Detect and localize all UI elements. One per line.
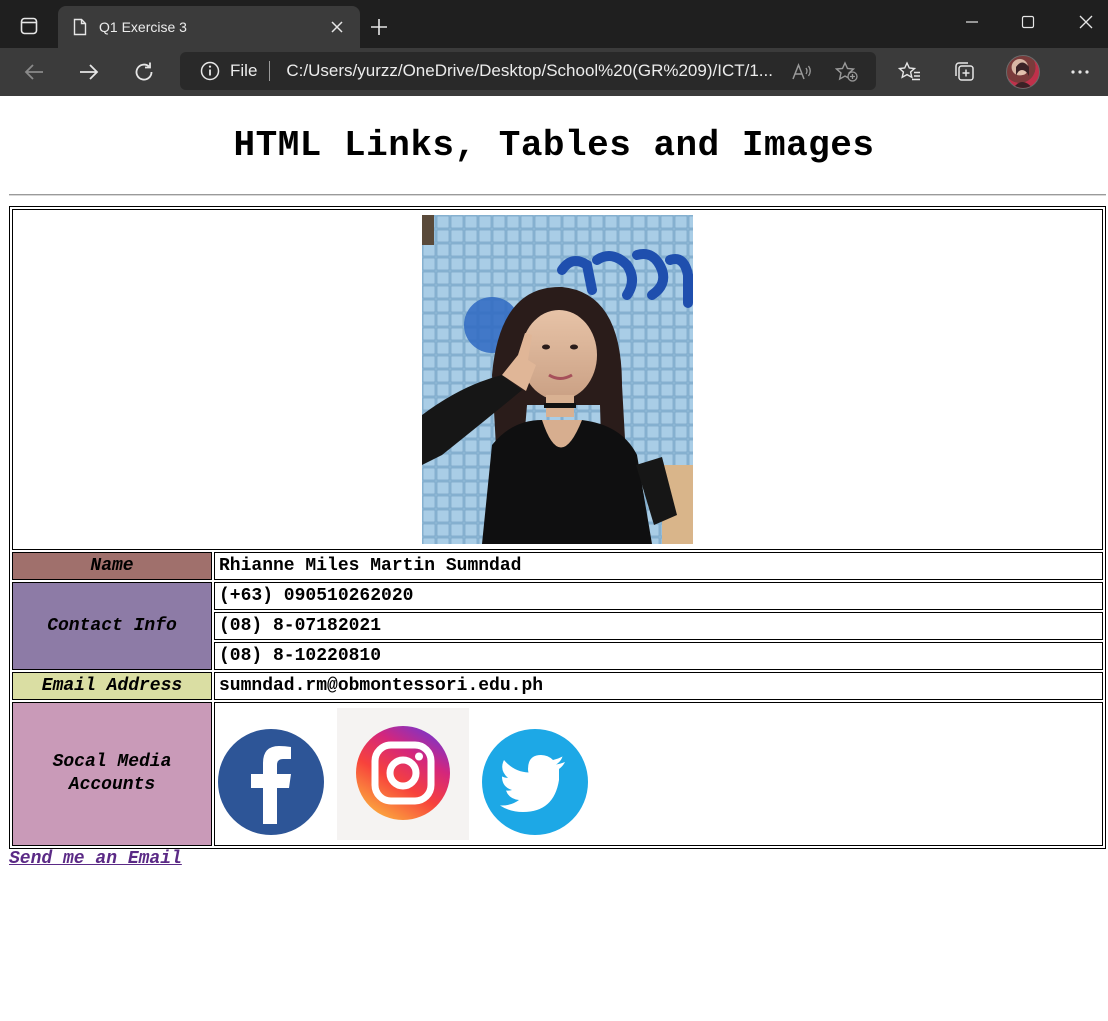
table-row-contact-1: Contact Info (+63) 090510262020	[12, 582, 1103, 670]
profile-photo-image	[422, 215, 693, 544]
address-separator	[269, 61, 271, 81]
table-row-name: Name Rhianne Miles Martin Sumndad	[12, 552, 1103, 580]
send-email-link[interactable]: Send me an Email	[9, 849, 182, 869]
facebook-icon[interactable]	[217, 728, 325, 836]
social-media-icons-cell	[214, 702, 1103, 846]
browser-tab-bar: Q1 Exercise 3	[0, 0, 1108, 48]
photo-cell	[12, 209, 1103, 550]
add-favorite-button[interactable]	[835, 60, 859, 84]
tab-title: Q1 Exercise 3	[99, 19, 187, 35]
browser-toolbar: File C:/Users/yurzz/OneDrive/Desktop/Sch…	[0, 48, 1108, 96]
new-tab-button[interactable]	[366, 14, 392, 40]
page-heading: HTML Links, Tables and Images	[233, 125, 875, 166]
collections-button[interactable]	[949, 56, 981, 88]
settings-more-button[interactable]	[1064, 56, 1096, 88]
social-media-label-text: Socal Media Accounts	[52, 752, 172, 795]
close-window-icon	[1079, 15, 1093, 29]
social-icons-row	[215, 704, 1102, 844]
read-aloud-button[interactable]	[790, 60, 814, 84]
close-tab-button[interactable]	[328, 18, 346, 36]
address-url[interactable]: C:/Users/yurzz/OneDrive/Desktop/School%2…	[286, 61, 778, 81]
contact-number-2: (08) 8-07182021	[214, 612, 1103, 640]
minimize-icon	[966, 21, 978, 23]
contact-number-1: (+63) 090510262020	[214, 582, 1103, 610]
maximize-button[interactable]	[1008, 8, 1048, 36]
tab-actions-button[interactable]	[10, 11, 48, 41]
document-icon	[73, 18, 87, 36]
table-row-email: Email Address sumndad.rm@obmontessori.ed…	[12, 672, 1103, 700]
info-icon[interactable]	[200, 61, 220, 81]
plus-icon	[371, 19, 387, 35]
close-window-button[interactable]	[1066, 8, 1106, 36]
profile-avatar[interactable]	[1006, 55, 1040, 89]
forward-button[interactable]	[73, 56, 105, 88]
arrow-right-icon	[80, 64, 99, 80]
refresh-icon	[135, 62, 153, 81]
minimize-button[interactable]	[952, 8, 992, 36]
avatar-icon	[1013, 62, 1033, 88]
favorites-icon	[898, 61, 920, 81]
email-address-label: Email Address	[12, 672, 212, 700]
star-add-icon	[835, 61, 858, 82]
email-address-value: sumndad.rm@obmontessori.edu.ph	[214, 672, 1103, 700]
instagram-icon[interactable]	[337, 708, 469, 840]
social-media-label: Socal Media Accounts	[12, 702, 212, 846]
profile-table: Name Rhianne Miles Martin Sumndad Contac…	[9, 206, 1106, 849]
contact-number-3: (08) 8-10220810	[214, 642, 1103, 670]
name-value: Rhianne Miles Martin Sumndad	[214, 552, 1103, 580]
browser-tab-active[interactable]: Q1 Exercise 3	[58, 6, 360, 48]
back-button[interactable]	[18, 56, 50, 88]
table-row-photo	[12, 209, 1103, 550]
arrow-left-icon	[24, 64, 43, 80]
page-content: HTML Links, Tables and Images Name Rhian…	[0, 96, 1108, 1021]
close-icon	[331, 21, 343, 33]
address-bar[interactable]: File C:/Users/yurzz/OneDrive/Desktop/Sch…	[180, 52, 876, 90]
favorites-button[interactable]	[894, 56, 926, 88]
twitter-icon[interactable]	[481, 728, 589, 836]
profile-photo	[422, 215, 693, 544]
refresh-button[interactable]	[128, 56, 160, 88]
name-label: Name	[12, 552, 212, 580]
contact-info-label: Contact Info	[12, 582, 212, 670]
collections-icon	[955, 62, 974, 81]
more-horizontal-icon	[1071, 70, 1089, 74]
maximize-icon	[1021, 15, 1035, 29]
address-scheme: File	[230, 61, 258, 80]
tab-actions-icon	[20, 17, 38, 35]
horizontal-rule	[9, 194, 1106, 196]
read-aloud-icon	[792, 62, 811, 80]
table-row-social: Socal Media Accounts	[12, 702, 1103, 846]
